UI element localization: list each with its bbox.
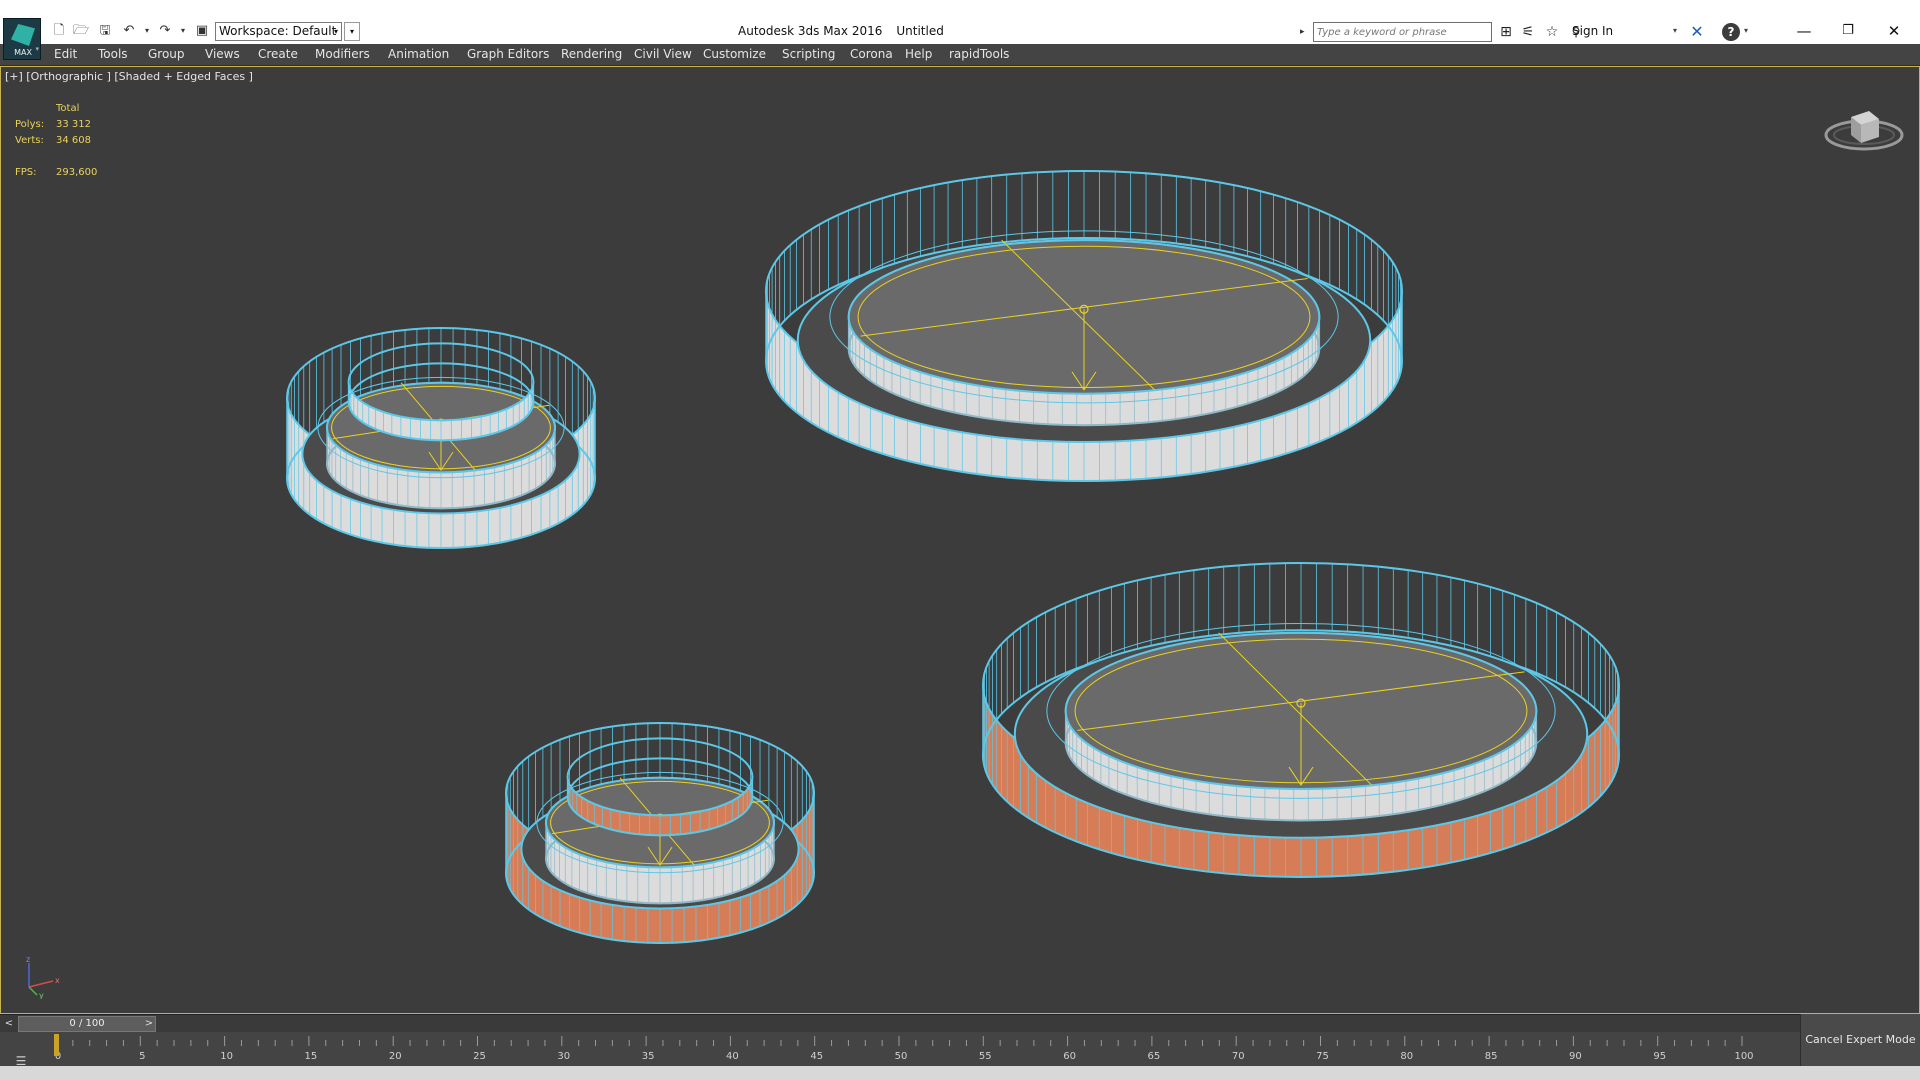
menu-help[interactable]: Help xyxy=(905,47,932,61)
save-icon[interactable]: 🖫 xyxy=(96,22,114,40)
frame-tick-label: 45 xyxy=(810,1051,823,1062)
search-expand-icon[interactable]: ▸ xyxy=(1300,22,1312,42)
app-title: Autodesk 3ds Max 2016 xyxy=(738,24,883,38)
scene-canvas[interactable] xyxy=(1,67,1919,1013)
frame-tick-label: 65 xyxy=(1148,1051,1161,1062)
application-menu-button[interactable]: MAX ▾ xyxy=(3,18,41,60)
frame-tick-label: 60 xyxy=(1063,1051,1076,1062)
frame-tick-label: 5 xyxy=(139,1051,145,1062)
quick-access-customize-button[interactable]: ▾ xyxy=(344,22,360,41)
status-bar xyxy=(0,1066,1920,1080)
frame-tick-label: 40 xyxy=(726,1051,739,1062)
chevron-down-icon[interactable]: ▾ xyxy=(1673,26,1677,35)
restore-icon[interactable]: ❐ xyxy=(1828,20,1868,42)
sign-in-link[interactable]: Sign In xyxy=(1572,24,1613,38)
verts-value: 34 608 xyxy=(56,135,91,146)
frame-tick-label: 25 xyxy=(473,1051,486,1062)
menu-civil-view[interactable]: Civil View xyxy=(634,47,692,61)
track-bar[interactable]: ☰ 0 5 10 15 20 25 30 35 40 45 50 55 60 65 70 75 80 85 90 95… xyxy=(0,1032,1800,1068)
verts-label: Verts: xyxy=(15,135,44,146)
fps-value: 293,600 xyxy=(56,167,98,178)
menu-create[interactable]: Create xyxy=(258,47,298,61)
star-icon[interactable]: ☆ xyxy=(1542,22,1562,42)
bottom-panel: < 0 / 100 > ☰ 0 5 10 15 20 25 30 35 40 45 50 55 60 65… xyxy=(0,1014,1920,1080)
fps-label: FPS: xyxy=(15,167,37,178)
menu-bar: Edit Tools Group Views Create Modifiers … xyxy=(0,44,1920,66)
frame-tick-label: 55 xyxy=(979,1051,992,1062)
menu-tools[interactable]: Tools xyxy=(98,47,128,61)
help-icon[interactable]: ? xyxy=(1722,23,1740,41)
undo-dropdown-icon[interactable]: ▾ xyxy=(138,22,156,40)
frame-tick-label: 75 xyxy=(1316,1051,1329,1062)
axis-y-label: y xyxy=(39,991,44,999)
project-folder-icon[interactable]: ▣ xyxy=(193,22,211,40)
frame-tick-label: 95 xyxy=(1653,1051,1666,1062)
menu-rendering[interactable]: Rendering xyxy=(561,47,622,61)
menu-rapidtools[interactable]: rapidTools xyxy=(949,47,1009,61)
menu-group[interactable]: Group xyxy=(148,47,185,61)
frame-tick-label: 35 xyxy=(642,1051,655,1062)
frame-tick-label: 30 xyxy=(557,1051,570,1062)
frame-tick-label: 70 xyxy=(1232,1051,1245,1062)
frame-tick-label: 50 xyxy=(895,1051,908,1062)
time-slider-next-button[interactable]: > xyxy=(142,1016,156,1032)
undo-icon[interactable]: ↶ xyxy=(120,22,138,40)
redo-dropdown-icon[interactable]: ▾ xyxy=(174,22,192,40)
axis-x-label: x xyxy=(55,976,60,985)
frame-tick-label: 85 xyxy=(1485,1051,1498,1062)
autodesk-exchange-icon[interactable]: ✕ xyxy=(1687,22,1707,42)
axis-z-label: z xyxy=(26,955,30,964)
frame-tick-label: 15 xyxy=(305,1051,318,1062)
viewcube-icon[interactable] xyxy=(1821,97,1907,157)
workspace-dropdown[interactable]: Workspace: Default ▾ xyxy=(215,22,342,41)
binoculars-icon[interactable]: ⊞ xyxy=(1496,22,1516,42)
menu-views[interactable]: Views xyxy=(205,47,240,61)
menu-animation[interactable]: Animation xyxy=(388,47,449,61)
frame-tick-label: 80 xyxy=(1400,1051,1413,1062)
time-slider-thumb[interactable]: 0 / 100 xyxy=(18,1016,156,1032)
menu-customize[interactable]: Customize xyxy=(703,47,766,61)
window-title: Autodesk 3ds Max 2016 Untitled xyxy=(738,24,958,38)
stats-header: Total xyxy=(56,103,80,114)
close-icon[interactable]: ✕ xyxy=(1874,20,1914,42)
redo-icon[interactable]: ↷ xyxy=(156,22,174,40)
menu-scripting[interactable]: Scripting xyxy=(782,47,835,61)
open-folder-icon[interactable]: 🗁 xyxy=(72,22,90,40)
title-bar: MAX ▾ 🗋 🗁 🖫 ↶ ▾ ↷ ▾ ▣ Workspace: Default… xyxy=(0,0,1920,60)
chevron-down-icon[interactable]: ▾ xyxy=(1744,26,1748,35)
cancel-expert-mode-button[interactable]: Cancel Expert Mode xyxy=(1800,1014,1920,1066)
document-title: Untitled xyxy=(896,24,944,38)
search-input[interactable] xyxy=(1313,22,1492,42)
chevron-down-icon: ▾ xyxy=(35,45,39,53)
frame-tick-label: 90 xyxy=(1569,1051,1582,1062)
current-frame-marker[interactable] xyxy=(54,1034,59,1056)
track-bar-ticks: 0 5 10 15 20 25 30 35 40 45 50 55 60 65 70 75 80 85 90 95 10… xyxy=(54,1034,1754,1062)
new-file-icon[interactable]: 🗋 xyxy=(50,22,68,40)
3ds-max-logo-icon xyxy=(11,24,35,46)
polys-label: Polys: xyxy=(15,119,45,130)
axis-tripod-icon: z x y xyxy=(26,955,60,999)
frame-tick-label: 100 xyxy=(1734,1051,1753,1062)
menu-graph-editors[interactable]: Graph Editors xyxy=(467,47,549,61)
workspace-label: Workspace: Default xyxy=(219,24,337,38)
satellite-icon[interactable]: ⚟ xyxy=(1518,22,1538,42)
time-slider-prev-button[interactable]: < xyxy=(2,1016,16,1032)
menu-modifiers[interactable]: Modifiers xyxy=(315,47,370,61)
chevron-down-icon: ▾ xyxy=(333,27,338,36)
viewport-label-menu[interactable]: [+] [Orthographic ] [Shaded + Edged Face… xyxy=(5,70,253,83)
time-slider[interactable]: < 0 / 100 > xyxy=(0,1014,1800,1032)
minimize-icon[interactable]: — xyxy=(1784,20,1824,42)
frame-tick-label: 10 xyxy=(220,1051,233,1062)
menu-corona[interactable]: Corona xyxy=(850,47,893,61)
frame-tick-label: 20 xyxy=(389,1051,402,1062)
menu-edit[interactable]: Edit xyxy=(54,47,77,61)
orthographic-viewport[interactable]: [+] [Orthographic ] [Shaded + Edged Face… xyxy=(0,66,1920,1014)
polys-value: 33 312 xyxy=(56,119,91,130)
